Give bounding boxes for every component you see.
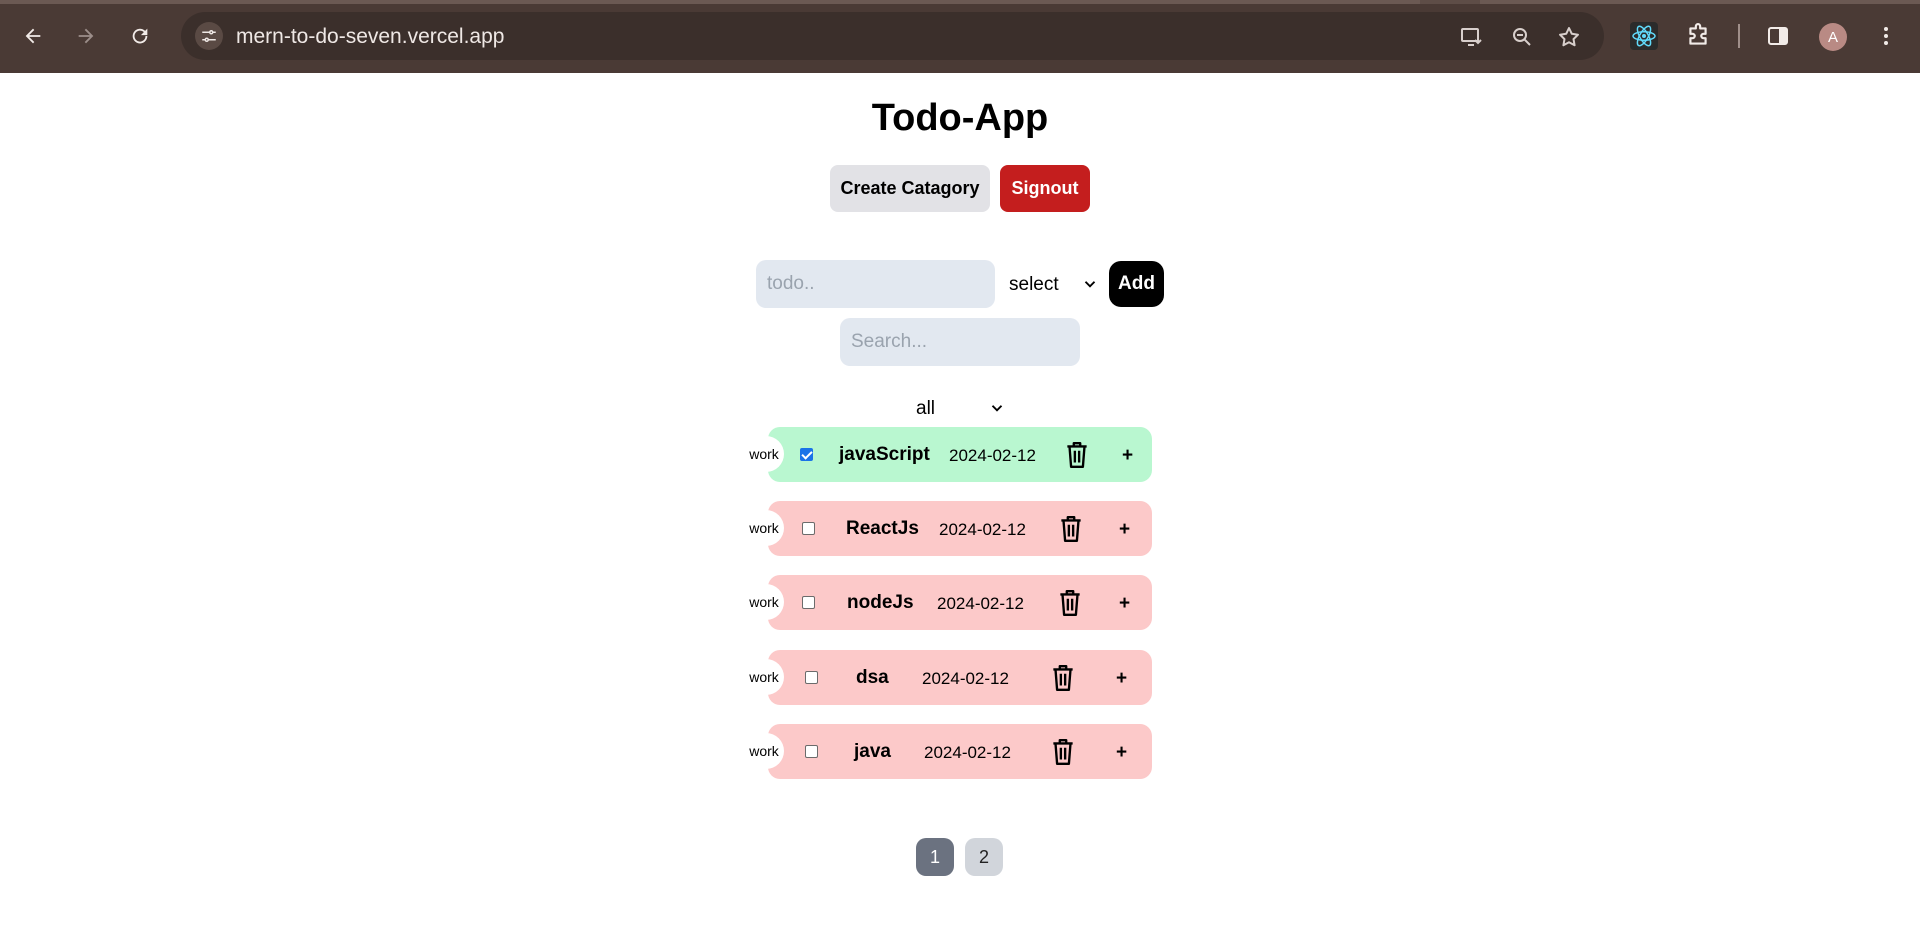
todo-date: 2024-02-12 [949, 446, 1036, 465]
install-app-icon [1461, 28, 1482, 46]
back-arrow-icon [25, 28, 41, 44]
filter-select[interactable]: all [916, 395, 1006, 423]
page-content: Todo-App Create Catagory Signout todo.. … [0, 73, 1920, 949]
tab-edge [1480, 0, 1920, 4]
url-text[interactable]: mern-to-do-seven.vercel.app [236, 25, 504, 49]
category-select-value: select [1009, 274, 1059, 295]
add-subtask-button[interactable]: + [1119, 593, 1130, 615]
reload-button[interactable] [122, 18, 158, 54]
todo-date: 2024-02-12 [939, 520, 1026, 539]
create-category-button[interactable]: Create Catagory [830, 165, 990, 212]
filter-select-value: all [916, 398, 936, 419]
back-button[interactable] [15, 18, 51, 54]
todo-checkbox[interactable] [805, 745, 818, 758]
extensions-button[interactable] [1682, 20, 1714, 52]
toolbar-divider [1738, 24, 1740, 48]
page-2-button[interactable]: 2 [965, 838, 1003, 876]
chevron-down-icon [1084, 281, 1096, 288]
add-subtask-button[interactable]: + [1116, 742, 1127, 764]
chevron-down-icon [991, 405, 1003, 412]
todo-date: 2024-02-12 [922, 669, 1009, 688]
todo-checkbox[interactable] [800, 448, 813, 461]
side-panel-button[interactable] [1762, 20, 1794, 52]
todo-title: nodeJs [847, 592, 914, 613]
bookmark-star-icon [1559, 27, 1579, 47]
extensions-icon [1689, 23, 1707, 45]
trash-icon[interactable] [1050, 737, 1076, 767]
search-input[interactable]: Search... [840, 318, 1080, 366]
react-devtools-icon [1630, 22, 1658, 50]
trash-icon[interactable] [1064, 440, 1090, 470]
category-tag: work [744, 584, 784, 620]
add-todo-button[interactable]: Add [1109, 261, 1164, 307]
reload-icon [132, 28, 148, 44]
signout-button[interactable]: Signout [1000, 165, 1090, 212]
site-info-button[interactable] [195, 22, 223, 50]
site-info-icon [202, 30, 216, 42]
todo-date: 2024-02-12 [937, 594, 1024, 613]
trash-icon[interactable] [1058, 514, 1084, 544]
active-tab-edge [0, 0, 1420, 4]
category-tag: work [744, 659, 784, 695]
category-tag: work [744, 733, 784, 769]
side-panel-icon [1768, 27, 1788, 45]
todo-input[interactable]: todo.. [756, 260, 995, 308]
profile-avatar[interactable]: A [1819, 23, 1847, 51]
forward-arrow-icon [78, 28, 94, 44]
todo-checkbox[interactable] [805, 671, 818, 684]
browser-menu-button[interactable] [1870, 20, 1902, 52]
todo-checkbox[interactable] [802, 596, 815, 609]
browser-toolbar: mern-to-do-seven.vercel.app A [0, 0, 1920, 73]
page-title: Todo-App [871, 97, 1049, 139]
zoom-icon [1513, 28, 1531, 46]
bookmark-button[interactable] [1556, 24, 1582, 50]
todo-title: dsa [856, 667, 889, 688]
todo-title: javaScript [839, 444, 930, 465]
todo-date: 2024-02-12 [924, 743, 1011, 762]
add-subtask-button[interactable]: + [1116, 668, 1127, 690]
add-subtask-button[interactable]: + [1119, 519, 1130, 541]
todo-title: java [854, 741, 891, 762]
react-devtools-button[interactable] [1628, 20, 1660, 52]
trash-icon[interactable] [1050, 663, 1076, 693]
trash-icon[interactable] [1057, 588, 1083, 618]
category-tag: work [744, 510, 784, 546]
page-1-button[interactable]: 1 [916, 838, 954, 876]
todo-checkbox[interactable] [802, 522, 815, 535]
install-app-button[interactable] [1459, 24, 1485, 50]
address-bar[interactable]: mern-to-do-seven.vercel.app [181, 12, 1604, 60]
todo-title: ReactJs [846, 518, 919, 539]
menu-dots-icon [1884, 27, 1888, 45]
zoom-button[interactable] [1509, 24, 1535, 50]
category-select[interactable]: select [1009, 271, 1099, 299]
add-subtask-button[interactable]: + [1122, 445, 1133, 467]
category-tag: work [744, 436, 784, 472]
forward-button[interactable] [68, 18, 104, 54]
